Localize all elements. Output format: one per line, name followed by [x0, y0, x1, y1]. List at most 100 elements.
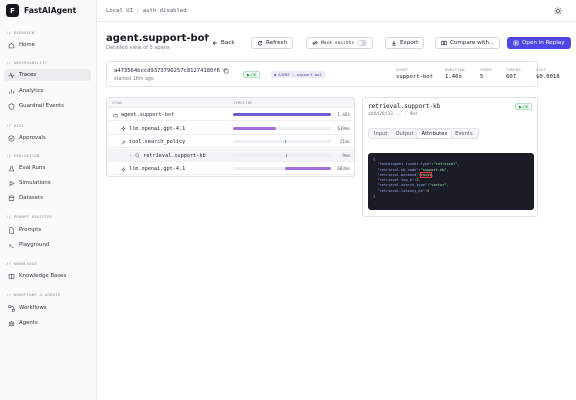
sidebar-item-label: Simulations: [19, 180, 51, 186]
compare-button-label: Compare with...: [450, 40, 495, 46]
span-name: llm.openai.gpt-4.1: [121, 126, 185, 132]
tab-attributes[interactable]: Attributes: [417, 130, 452, 138]
span-name-label: agent.support-bot: [121, 112, 175, 118]
json-value: 9: [427, 188, 430, 193]
play-icon: ▶: [247, 72, 250, 77]
json-value: "support-kb": [420, 167, 447, 172]
json-value: 3: [416, 178, 419, 183]
status-badge-label: OK: [250, 72, 257, 77]
sparkle-icon: [121, 126, 126, 132]
compare-button[interactable]: Compare with...: [435, 37, 501, 49]
bot-icon: ◉: [274, 72, 277, 77]
mask-secrets-switch[interactable]: [357, 40, 368, 46]
breadcrumb-local-ui[interactable]: Local UI: [106, 8, 133, 14]
sidebar-item-traces[interactable]: Traces: [4, 69, 91, 81]
span-duration: 21ms: [339, 139, 350, 145]
span-name-label: tool.search_policy: [129, 139, 186, 146]
span-row[interactable]: › retrieval.support-kb 9ms: [107, 148, 354, 162]
sidebar-item-eval-runs[interactable]: Eval Runs: [4, 162, 91, 174]
sidebar-item-label: Traces: [19, 72, 37, 78]
span-row[interactable]: llm.openai.gpt-4.1 683ms: [107, 162, 354, 176]
sidebar-item-label: Knowledge Bases: [19, 273, 67, 279]
brand[interactable]: F FastAIAgent: [6, 4, 76, 17]
sidebar-item-analytics[interactable]: Analytics: [4, 85, 91, 97]
json-key: "retrieval.search_type": [377, 183, 428, 188]
refresh-button[interactable]: Refresh: [251, 37, 294, 49]
trace-started: started 16m ago: [114, 77, 154, 82]
sidebar-item-approvals[interactable]: Approvals: [4, 132, 91, 144]
json-value: "vector": [429, 183, 447, 188]
span-status-label: OK: [522, 104, 529, 109]
attributes-json-viewer[interactable]: { "fastaiagent.runner.type":"retrieval",…: [368, 153, 534, 210]
span-timeline-bar: [233, 113, 331, 116]
wrench-icon: [121, 140, 126, 145]
home-icon: [8, 42, 15, 49]
span-row[interactable]: agent.support-bot 1.46s: [107, 108, 354, 121]
trace-id: a473564bccd9373796257c81274180f6: [114, 68, 229, 74]
stat-label: SPANS: [480, 68, 493, 72]
span-name-label: llm.openai.gpt-4.1: [129, 125, 186, 132]
span-name-label: retrieval.support-kb: [143, 152, 206, 159]
nav-section-prompt-registry: // PROMPT REGISTRY: [6, 214, 53, 219]
open-in-replay-label: Open in Replay: [522, 40, 565, 46]
back-button[interactable]: Back: [207, 37, 240, 49]
sidebar-item-agents[interactable]: Agents: [4, 317, 91, 329]
span-duration: 9ms: [342, 152, 350, 158]
shield-icon: [8, 102, 15, 110]
sidebar-item-guardrail-events[interactable]: Guardrail Events: [4, 100, 91, 112]
stat-label: DURATION: [445, 68, 465, 72]
span-tree-table: SPAN TIMELINE agent.support-bot 1.46s llm.…: [106, 97, 355, 177]
workflow-icon: [8, 304, 15, 312]
sidebar-item-simulations[interactable]: Simulations: [4, 177, 91, 189]
span-duration: 683ms: [337, 166, 350, 172]
download-icon: [391, 40, 397, 46]
sidebar-item-label: Approvals: [19, 135, 46, 141]
stat-value: 607: [506, 74, 517, 80]
open-in-replay-button[interactable]: Open in Replay: [507, 37, 571, 49]
play-icon: [8, 180, 15, 187]
span-row[interactable]: llm.openai.gpt-4.1 639ms: [107, 122, 354, 135]
span-timeline-bar: [284, 167, 331, 171]
bot-icon: [113, 113, 118, 117]
sidebar-item-workflows[interactable]: Workflows: [4, 302, 91, 314]
copy-icon[interactable]: [223, 68, 229, 74]
nav-section-workflows-agents: // WORKFLOWS & AGENTS: [6, 292, 61, 297]
stat-value: 5: [480, 74, 484, 80]
topbar: Local UI / auth disabled: [97, 0, 576, 22]
mask-secrets-label: Mask secrets: [321, 40, 355, 46]
span-row[interactable]: tool.search_policy 21ms: [107, 135, 354, 149]
stat-cost: COST $0.0018: [536, 68, 560, 80]
span-detail-subtitle: ad9d28f33... · 9ms: [368, 112, 418, 117]
span-timeline-track: [233, 140, 331, 144]
span-timeline-track: [233, 167, 331, 171]
sidebar-item-knowledge-bases[interactable]: Knowledge Bases: [4, 270, 91, 282]
sidebar-item-label: Home: [19, 42, 35, 48]
terminal-icon: [8, 242, 15, 249]
span-name: › retrieval.support-kb: [129, 153, 206, 159]
breadcrumb-auth-status: auth disabled: [142, 7, 187, 14]
play-icon: ▶: [519, 104, 522, 109]
stat-value: $0.0018: [536, 74, 560, 80]
replay-icon: [513, 40, 519, 46]
mask-secrets-toggle[interactable]: Mask secrets: [306, 37, 374, 49]
chevron-right-icon[interactable]: ›: [129, 153, 132, 159]
json-key: "retrieval.backend": [377, 172, 419, 177]
export-button[interactable]: Export: [385, 37, 425, 49]
span-timeline-bar: [285, 153, 288, 157]
column-header-timeline: TIMELINE: [233, 101, 253, 105]
tab-input[interactable]: Input: [370, 130, 391, 138]
span-detail-title: retrieval.support-kb: [368, 103, 441, 110]
stat-label: COST: [536, 68, 546, 72]
stat-value: 1.46s: [445, 74, 462, 80]
check-circle-icon: [8, 134, 15, 142]
sun-icon[interactable]: [554, 7, 562, 15]
sidebar-item-prompts[interactable]: Prompts: [4, 224, 91, 236]
agent-tag-label: AGENT : support-bot: [278, 72, 322, 77]
sidebar-item-playground[interactable]: Playground: [4, 239, 91, 251]
stat-label: AGENT: [396, 68, 409, 72]
span-timeline-bar: [233, 126, 277, 130]
tab-events[interactable]: Events: [451, 130, 477, 138]
sidebar-item-home[interactable]: Home: [4, 39, 91, 51]
tab-output[interactable]: Output: [391, 130, 417, 138]
sidebar-item-datasets[interactable]: Datasets: [4, 192, 91, 204]
